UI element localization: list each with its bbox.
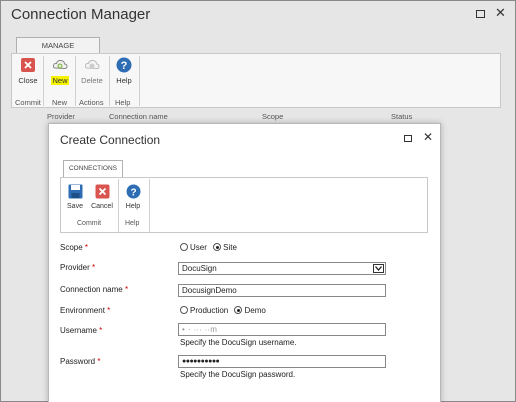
dialog-title: Create Connection	[60, 133, 161, 147]
connection-name-label: Connection name *	[60, 285, 129, 294]
close-icon[interactable]: ✕	[495, 5, 506, 21]
group-label-help: Help	[115, 98, 131, 107]
username-hint: Specify the DocuSign username.	[180, 338, 297, 347]
radio-selected-icon	[234, 306, 243, 314]
scope-option-user[interactable]: User	[180, 243, 207, 252]
chevron-down-icon[interactable]	[373, 264, 384, 273]
main-ribbon: Close New Delete ? Help Commit New Actio…	[11, 53, 501, 108]
close-icon[interactable]: ✕	[423, 130, 433, 144]
tab-connections[interactable]: CONNECTIONS	[63, 160, 123, 177]
scope-label: Scope *	[60, 243, 89, 252]
password-hint: Specify the DocuSign password.	[180, 370, 296, 379]
new-button[interactable]: New	[47, 57, 73, 85]
tab-manage-connection[interactable]: MANAGE CONNECTION	[16, 37, 100, 65]
group-label-commit: Commit	[77, 220, 102, 227]
divider	[118, 179, 119, 232]
help-button-label: Help	[116, 76, 132, 85]
window-title: Connection Manager	[11, 6, 151, 23]
divider	[109, 56, 110, 106]
column-header-status[interactable]: Status	[391, 112, 412, 121]
environment-option-demo[interactable]: Demo	[234, 306, 266, 315]
password-label: Password *	[60, 357, 101, 366]
radio-icon	[180, 306, 188, 314]
cancel-icon	[95, 184, 110, 199]
cancel-button-label: Cancel	[91, 203, 113, 210]
svg-text:?: ?	[130, 188, 136, 199]
maximize-icon[interactable]	[404, 135, 412, 142]
provider-select[interactable]: DocuSign	[178, 262, 386, 275]
help-button[interactable]: ? Help	[111, 57, 137, 85]
password-input[interactable]: ●●●●●●●●●●	[178, 355, 386, 368]
delete-button[interactable]: Delete	[79, 57, 105, 85]
help-icon: ?	[126, 184, 141, 199]
maximize-icon[interactable]	[476, 10, 485, 18]
group-label-new: New	[52, 98, 68, 107]
save-icon	[68, 184, 83, 199]
close-button[interactable]: Close	[15, 57, 41, 85]
help-button-label: Help	[125, 203, 141, 210]
divider	[149, 179, 150, 232]
radio-icon	[180, 243, 188, 251]
save-button[interactable]: Save	[62, 184, 88, 210]
group-label-actions: Actions	[79, 98, 104, 107]
new-connection-icon	[52, 57, 68, 73]
create-connection-dialog: Create Connection ✕ CONNECTIONS Save Can…	[48, 123, 441, 402]
scope-radio-group: User Site	[180, 243, 241, 252]
scope-option-site[interactable]: Site	[213, 243, 237, 252]
provider-label: Provider *	[60, 263, 96, 272]
column-header-scope[interactable]: Scope	[262, 112, 283, 121]
group-label-help: Help	[125, 220, 140, 227]
connection-name-input[interactable]: DocusignDemo	[178, 284, 386, 297]
group-label-commit: Commit	[15, 98, 41, 107]
environment-label: Environment *	[60, 306, 111, 315]
divider	[43, 56, 44, 106]
close-x-icon	[20, 57, 36, 73]
username-label: Username *	[60, 326, 103, 335]
column-header-provider[interactable]: Provider	[47, 112, 75, 121]
delete-button-label: Delete	[81, 76, 103, 85]
column-header-connection-name[interactable]: Connection name	[109, 112, 168, 121]
close-button-label: Close	[18, 76, 38, 85]
dialog-ribbon: Save Cancel ? Help Commit Help	[60, 177, 428, 233]
divider	[75, 56, 76, 106]
divider	[139, 56, 140, 106]
cancel-button[interactable]: Cancel	[89, 184, 115, 210]
username-input[interactable]: • · ∙∙∙ ∙∙m	[178, 323, 386, 336]
radio-selected-icon	[213, 243, 222, 251]
help-button[interactable]: ? Help	[120, 184, 146, 210]
environment-radio-group: Production Demo	[180, 306, 270, 315]
connection-manager-window: Connection Manager ✕ MANAGE CONNECTION C…	[0, 0, 516, 402]
delete-connection-icon	[84, 57, 100, 73]
new-button-label: New	[51, 76, 69, 85]
save-button-label: Save	[67, 203, 83, 210]
environment-option-production[interactable]: Production	[180, 306, 228, 315]
svg-text:?: ?	[121, 60, 128, 72]
help-icon: ?	[116, 57, 132, 73]
